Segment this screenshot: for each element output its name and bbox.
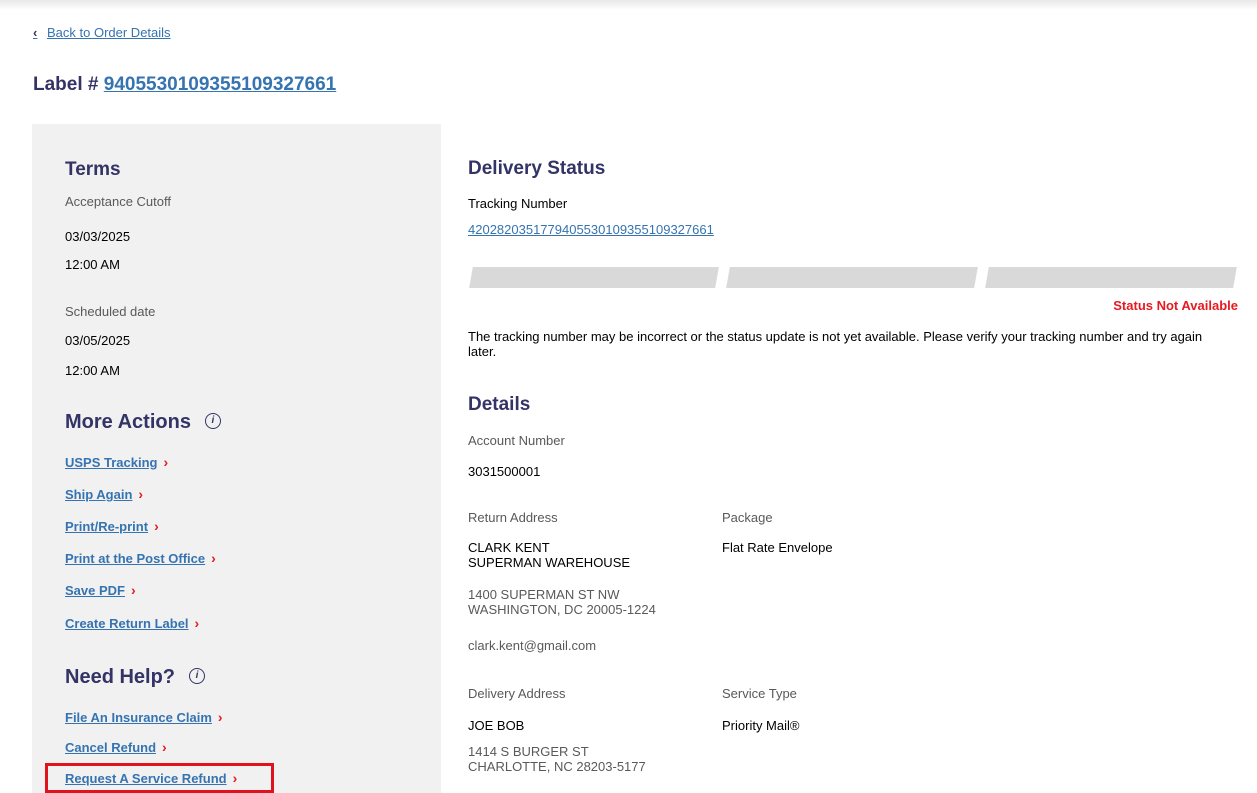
print-at-post-office-label: Print at the Post Office <box>65 551 206 566</box>
more-actions-label: More Actions <box>65 411 191 433</box>
main-content: Delivery Status Tracking Number 42028203… <box>468 124 1238 793</box>
status-not-available: Status Not Available <box>1113 298 1238 313</box>
usps-tracking-label: USPS Tracking <box>65 455 158 470</box>
service-type-label: Service Type <box>722 686 797 701</box>
more-actions-title: More Actions i <box>65 411 221 434</box>
tracking-number-label: Tracking Number <box>468 196 568 211</box>
chevron-right-icon: › <box>163 454 169 470</box>
scheduled-time: 12:00 AM <box>65 363 120 378</box>
chevron-left-icon: ‹ <box>33 25 38 40</box>
return-company: SUPERMAN WAREHOUSE <box>468 555 631 570</box>
acceptance-cutoff-date: 03/03/2025 <box>65 229 131 244</box>
details-title: Details <box>468 394 531 415</box>
sidebar: Terms Acceptance Cutoff 03/03/2025 12:00… <box>32 124 441 793</box>
status-progress-segment-3 <box>985 267 1237 288</box>
chevron-right-icon: › <box>154 518 159 534</box>
return-address-block: CLARK KENT SUPERMAN WAREHOUSE <box>468 540 630 570</box>
file-insurance-claim-label: File An Insurance Claim <box>65 710 212 725</box>
back-to-order-details-link[interactable]: ‹ Back to Order Details <box>33 25 171 40</box>
print-at-post-office-link[interactable]: Print at the Post Office › <box>65 550 216 566</box>
info-icon[interactable]: i <box>189 667 206 684</box>
cancel-refund-label: Cancel Refund <box>65 740 157 755</box>
usps-tracking-link[interactable]: USPS Tracking › <box>65 454 168 470</box>
return-email: clark.kent@gmail.com <box>468 638 597 653</box>
label-title-prefix: Label # <box>33 74 99 95</box>
return-city: WASHINGTON, DC 20005-1224 <box>468 602 656 617</box>
chevron-right-icon: › <box>162 739 167 755</box>
package-value: Flat Rate Envelope <box>722 540 833 555</box>
delivery-street-block: 1414 S BURGER ST CHARLOTTE, NC 28203-517… <box>468 744 646 774</box>
chevron-right-icon: › <box>194 615 200 631</box>
delivery-address-label: Delivery Address <box>468 686 566 701</box>
print-reprint-label: Print/Re-print <box>65 519 149 534</box>
page-title: Label # 9405530109355109327661 <box>33 74 336 96</box>
need-help-label: Need Help? <box>65 666 176 688</box>
delivery-name: JOE BOB <box>468 718 525 733</box>
scheduled-date-label: Scheduled date <box>65 304 156 319</box>
info-icon[interactable]: i <box>204 412 221 429</box>
create-return-label-link[interactable]: Create Return Label › <box>65 615 199 631</box>
print-reprint-link[interactable]: Print/Re-print › <box>65 518 159 534</box>
status-progress-segment-1 <box>469 267 719 288</box>
return-address-label: Return Address <box>468 510 558 525</box>
create-return-label-label: Create Return Label <box>65 616 189 631</box>
ship-again-link[interactable]: Ship Again › <box>65 486 143 502</box>
highlight-box <box>45 763 274 793</box>
back-link-label: Back to Order Details <box>47 25 171 40</box>
scheduled-date: 03/05/2025 <box>65 333 131 348</box>
chevron-right-icon: › <box>138 486 144 502</box>
need-help-title: Need Help? i <box>65 666 206 689</box>
delivery-city: CHARLOTTE, NC 28203-5177 <box>468 759 646 774</box>
chevron-right-icon: › <box>217 709 223 725</box>
account-number-value: 3031500001 <box>468 464 541 479</box>
account-number-label: Account Number <box>468 433 565 448</box>
acceptance-cutoff-label: Acceptance Cutoff <box>65 194 171 209</box>
chevron-right-icon: › <box>211 550 216 566</box>
package-label: Package <box>722 510 773 525</box>
terms-title: Terms <box>65 159 121 180</box>
delivery-street: 1414 S BURGER ST <box>468 744 589 759</box>
tracking-number-link[interactable]: 4202820351779405530109355109327661 <box>468 222 714 237</box>
status-progress-segment-2 <box>726 267 978 288</box>
service-type-value: Priority Mail® <box>722 718 800 733</box>
save-pdf-link[interactable]: Save PDF › <box>65 582 136 598</box>
return-street: 1400 SUPERMAN ST NW <box>468 587 620 602</box>
cancel-refund-link[interactable]: Cancel Refund › <box>65 739 167 755</box>
tracking-message: The tracking number may be incorrect or … <box>468 329 1203 359</box>
file-insurance-claim-link[interactable]: File An Insurance Claim › <box>65 709 223 725</box>
save-pdf-label: Save PDF <box>65 583 125 598</box>
delivery-status-title: Delivery Status <box>468 158 606 179</box>
label-number-link[interactable]: 9405530109355109327661 <box>104 74 336 95</box>
return-name: CLARK KENT <box>468 540 550 555</box>
acceptance-cutoff-time: 12:00 AM <box>65 257 120 272</box>
chevron-right-icon: › <box>130 582 136 598</box>
top-shadow <box>0 0 1257 10</box>
label-details-page: ‹ Back to Order Details Label # 94055301… <box>0 0 1257 793</box>
ship-again-label: Ship Again <box>65 487 133 502</box>
return-street-block: 1400 SUPERMAN ST NW WASHINGTON, DC 20005… <box>468 587 656 617</box>
